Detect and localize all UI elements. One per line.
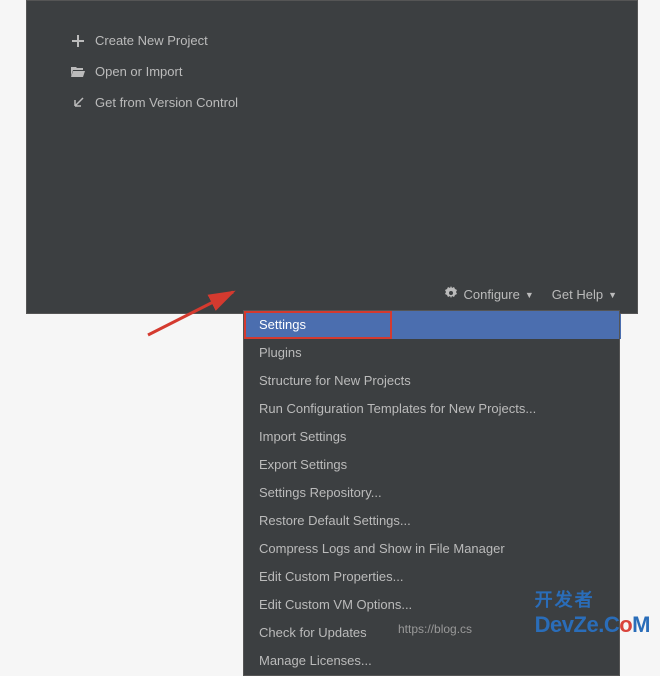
chevron-down-icon: ▼ [525, 290, 534, 300]
vcs-arrow-icon [71, 96, 85, 110]
folder-open-icon [71, 65, 85, 79]
watermark: 开发者 DevZe.CoM [535, 586, 650, 638]
status-url: https://blog.cs [398, 622, 472, 636]
welcome-panel: Create New Project Open or Import Get fr… [26, 0, 638, 314]
menu-item-settings[interactable]: Settings [244, 311, 392, 339]
vcs-label: Get from Version Control [95, 95, 238, 110]
help-label: Get Help [552, 287, 603, 302]
welcome-actions: Create New Project Open or Import Get fr… [27, 1, 637, 142]
chevron-down-icon: ▼ [608, 290, 617, 300]
watermark-en: DevZe.CoM [535, 612, 650, 638]
create-new-project[interactable]: Create New Project [71, 25, 593, 56]
configure-label: Configure [463, 287, 519, 302]
gear-icon [444, 286, 458, 303]
menu-item-restore-defaults[interactable]: Restore Default Settings... [244, 507, 619, 535]
menu-item-export-settings[interactable]: Export Settings [244, 451, 619, 479]
menu-item-import-settings[interactable]: Import Settings [244, 423, 619, 451]
menu-item-plugins[interactable]: Plugins [244, 339, 619, 367]
open-or-import[interactable]: Open or Import [71, 56, 593, 87]
menu-item-structure[interactable]: Structure for New Projects [244, 367, 619, 395]
menu-item-compress-logs[interactable]: Compress Logs and Show in File Manager [244, 535, 619, 563]
plus-icon [71, 34, 85, 48]
menu-item-manage-licenses[interactable]: Manage Licenses... [244, 647, 619, 675]
configure-dropdown[interactable]: Configure ▼ [444, 286, 533, 303]
menu-item-settings-repo[interactable]: Settings Repository... [244, 479, 619, 507]
get-from-vcs[interactable]: Get from Version Control [71, 87, 593, 118]
footer-links: Configure ▼ Get Help ▼ [444, 286, 617, 303]
watermark-cn: 开发者 [535, 586, 650, 612]
get-help-dropdown[interactable]: Get Help ▼ [552, 287, 617, 302]
menu-item-run-config[interactable]: Run Configuration Templates for New Proj… [244, 395, 619, 423]
open-label: Open or Import [95, 64, 182, 79]
create-label: Create New Project [95, 33, 208, 48]
